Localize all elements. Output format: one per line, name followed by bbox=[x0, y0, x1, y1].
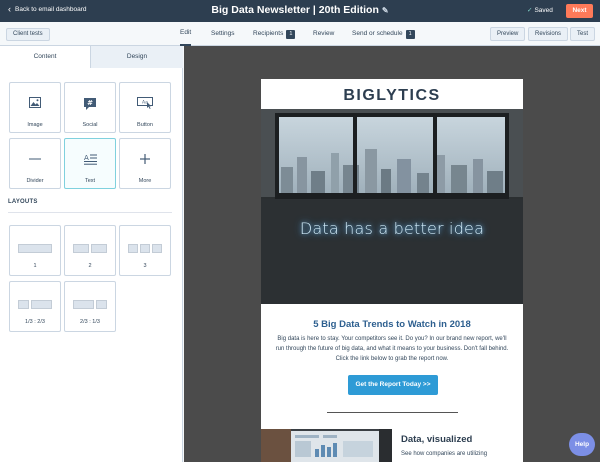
plus-icon bbox=[120, 153, 170, 167]
layout-two-thirds-one-third[interactable]: 2/3 : 1/3 bbox=[64, 281, 116, 332]
editor-toolbar: Client tests Edit Settings Recipients 1 … bbox=[0, 22, 600, 46]
pencil-icon[interactable]: ✎ bbox=[382, 6, 389, 15]
divider-icon bbox=[10, 153, 60, 167]
module-text[interactable]: A Text bbox=[64, 138, 116, 189]
layout-label: 2 bbox=[88, 263, 92, 269]
email-title[interactable]: Big Data Newsletter | 20th Edition ✎ bbox=[0, 4, 600, 16]
layout-preview bbox=[18, 244, 52, 253]
section2-body[interactable]: See how companies are utilizing bbox=[401, 451, 487, 457]
tab-label: Settings bbox=[211, 30, 235, 37]
layout-label: 2/3 : 1/3 bbox=[80, 319, 100, 325]
tab-label: Edit bbox=[180, 29, 192, 36]
layout-preview bbox=[73, 300, 107, 309]
section2-image[interactable] bbox=[261, 429, 392, 462]
layout-label: 3 bbox=[143, 263, 147, 269]
module-label: Divider bbox=[26, 178, 44, 184]
content-panel: Content Design Image # Social Aa Button … bbox=[0, 46, 183, 462]
section2-title[interactable]: Data, visualized bbox=[401, 434, 472, 445]
next-button[interactable]: Next bbox=[566, 4, 593, 18]
layout-label: 1/3 : 2/3 bbox=[25, 319, 45, 325]
tab-content[interactable]: Content bbox=[0, 46, 91, 68]
send-count-badge: 1 bbox=[405, 29, 415, 39]
hero-image[interactable]: Data has a better idea bbox=[261, 109, 523, 304]
layout-preview bbox=[18, 300, 52, 309]
brand-logo[interactable]: BIGLYTICS bbox=[261, 87, 523, 105]
email-headline[interactable]: 5 Big Data Trends to Watch in 2018 bbox=[261, 319, 523, 330]
dashboard-photo bbox=[261, 429, 392, 462]
module-more[interactable]: More bbox=[119, 138, 171, 189]
email-body[interactable]: BIGLYTICS Data has a better idea 5 Big D… bbox=[261, 79, 523, 462]
tab-send-or-schedule[interactable]: Send or schedule 1 bbox=[352, 22, 415, 46]
tab-label: Recipients bbox=[253, 30, 284, 37]
tab-label: Review bbox=[313, 30, 335, 37]
module-label: More bbox=[138, 178, 152, 184]
layout-label: 1 bbox=[33, 263, 37, 269]
layout-preview bbox=[73, 244, 107, 253]
layout-3-column[interactable]: 3 bbox=[119, 225, 171, 276]
tab-recipients[interactable]: Recipients 1 bbox=[253, 22, 296, 46]
saved-label: Saved bbox=[534, 7, 553, 14]
module-label: Social bbox=[82, 122, 98, 128]
app-header: ‹ Back to email dashboard Big Data Newsl… bbox=[0, 0, 600, 22]
button-cursor-icon: Aa bbox=[120, 97, 170, 111]
svg-text:#: # bbox=[87, 99, 93, 107]
help-button[interactable]: Help bbox=[569, 433, 595, 456]
module-social[interactable]: # Social bbox=[64, 82, 116, 133]
get-report-button[interactable]: Get the Report Today >> bbox=[348, 375, 438, 395]
module-button[interactable]: Aa Button bbox=[119, 82, 171, 133]
hero-neon-text: Data has a better idea bbox=[299, 219, 485, 238]
email-divider[interactable] bbox=[327, 412, 458, 413]
svg-text:A: A bbox=[84, 154, 89, 162]
layout-one-third-two-thirds[interactable]: 1/3 : 2/3 bbox=[9, 281, 61, 332]
tab-review[interactable]: Review bbox=[313, 22, 334, 46]
image-icon bbox=[10, 97, 60, 111]
module-image[interactable]: Image bbox=[9, 82, 61, 133]
layout-1-column[interactable]: 1 bbox=[9, 225, 61, 276]
tab-settings[interactable]: Settings bbox=[211, 22, 235, 46]
hero-photo bbox=[261, 109, 523, 304]
email-body-text[interactable]: Big data is here to stay. Your competito… bbox=[275, 334, 509, 364]
layout-preview bbox=[128, 244, 162, 253]
layouts-divider bbox=[8, 212, 172, 213]
tab-edit[interactable]: Edit bbox=[180, 22, 192, 46]
tab-design[interactable]: Design bbox=[91, 46, 183, 68]
check-icon: ✓ bbox=[527, 7, 533, 14]
email-title-text: Big Data Newsletter | 20th Edition bbox=[211, 4, 379, 16]
test-button[interactable]: Test bbox=[570, 27, 596, 41]
hashtag-icon: # bbox=[65, 97, 115, 111]
module-label: Text bbox=[84, 178, 96, 184]
panel-tabs: Content Design bbox=[0, 46, 183, 68]
module-label: Image bbox=[27, 122, 43, 128]
module-divider[interactable]: Divider bbox=[9, 138, 61, 189]
tab-label: Send or schedule bbox=[352, 30, 403, 37]
client-tests-button[interactable]: Client tests bbox=[6, 28, 50, 41]
revisions-button[interactable]: Revisions bbox=[528, 27, 569, 41]
layout-2-column[interactable]: 2 bbox=[64, 225, 116, 276]
preview-button[interactable]: Preview bbox=[490, 27, 526, 41]
module-label: Button bbox=[137, 122, 153, 128]
save-status: ✓ Saved bbox=[527, 6, 553, 14]
email-canvas[interactable]: BIGLYTICS Data has a better idea 5 Big D… bbox=[184, 46, 600, 462]
recipients-count-badge: 1 bbox=[286, 29, 296, 39]
layouts-heading: LAYOUTS bbox=[8, 199, 38, 205]
text-align-icon: A bbox=[65, 153, 115, 167]
